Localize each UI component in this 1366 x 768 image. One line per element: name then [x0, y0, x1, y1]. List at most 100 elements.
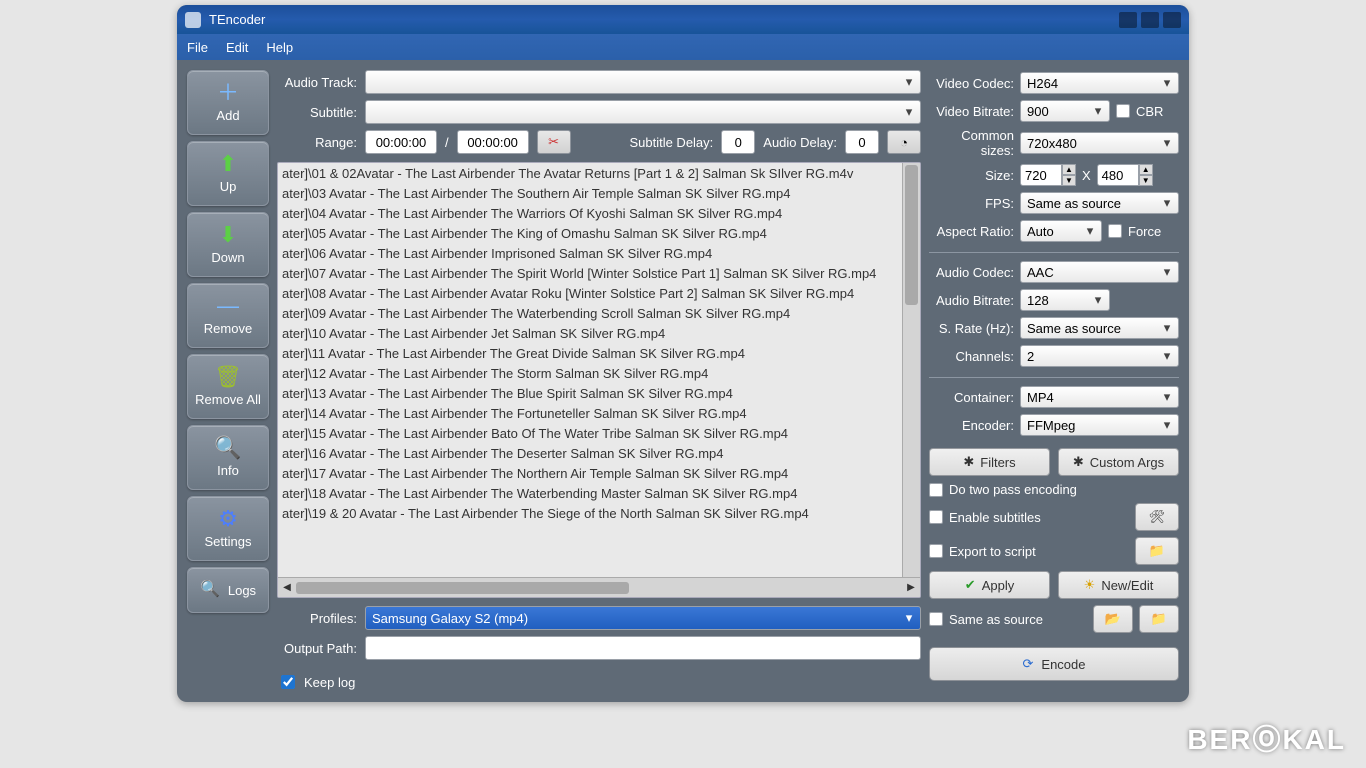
- list-item[interactable]: ater]\17 Avatar - The Last Airbender The…: [278, 463, 900, 483]
- force-checkbox[interactable]: Force: [1108, 224, 1161, 239]
- cbr-checkbox[interactable]: CBR: [1116, 104, 1163, 119]
- list-item[interactable]: ater]\18 Avatar - The Last Airbender The…: [278, 483, 900, 503]
- spin-down-icon[interactable]: ▼: [1062, 175, 1076, 186]
- down-button[interactable]: ⬇Down: [187, 212, 269, 277]
- list-item[interactable]: ater]\08 Avatar - The Last Airbender Ava…: [278, 283, 900, 303]
- vertical-scrollbar[interactable]: [902, 163, 920, 577]
- list-item[interactable]: ater]\11 Avatar - The Last Airbender The…: [278, 343, 900, 363]
- list-item[interactable]: ater]\15 Avatar - The Last Airbender Bat…: [278, 423, 900, 443]
- gear-icon: ✱: [963, 454, 974, 470]
- new-edit-button[interactable]: ☀New/Edit: [1058, 571, 1179, 599]
- video-codec-dropdown[interactable]: H264▾: [1020, 72, 1179, 94]
- app-icon: [185, 12, 201, 28]
- window-title: TEncoder: [209, 12, 265, 27]
- audio-codec-dropdown[interactable]: AAC▾: [1020, 261, 1179, 283]
- audio-bitrate-dropdown[interactable]: 128▾: [1020, 289, 1110, 311]
- new-icon: ☀: [1084, 577, 1096, 593]
- output-path-label: Output Path:: [277, 641, 357, 656]
- chevron-down-icon: ▾: [1156, 320, 1178, 336]
- spin-up-icon[interactable]: ▲: [1139, 164, 1153, 175]
- list-item[interactable]: ater]\07 Avatar - The Last Airbender The…: [278, 263, 900, 283]
- menubar: File Edit Help: [177, 34, 1189, 60]
- browse-button[interactable]: 📂: [1093, 605, 1133, 633]
- list-item[interactable]: ater]\13 Avatar - The Last Airbender The…: [278, 383, 900, 403]
- scroll-right-icon[interactable]: ▶: [902, 582, 920, 593]
- profiles-dropdown[interactable]: Samsung Galaxy S2 (mp4)▾: [365, 606, 921, 630]
- spin-down-icon[interactable]: ▼: [1139, 175, 1153, 186]
- filters-button[interactable]: ✱Filters: [929, 448, 1050, 476]
- list-item[interactable]: ater]\19 & 20 Avatar - The Last Airbende…: [278, 503, 900, 523]
- horizontal-scrollbar[interactable]: ◀ ▶: [278, 577, 920, 597]
- video-bitrate-dropdown[interactable]: 900▾: [1020, 100, 1110, 122]
- channels-dropdown[interactable]: 2▾: [1020, 345, 1179, 367]
- list-item[interactable]: ater]\06 Avatar - The Last Airbender Imp…: [278, 243, 900, 263]
- sample-rate-dropdown[interactable]: Same as source▾: [1020, 317, 1179, 339]
- remove-all-button[interactable]: 🗑Remove All: [187, 354, 269, 419]
- container-dropdown[interactable]: MP4▾: [1020, 386, 1179, 408]
- arrow-down-icon: ⬇: [219, 224, 237, 246]
- fps-dropdown[interactable]: Same as source▾: [1020, 192, 1179, 214]
- range-start-input[interactable]: [365, 130, 437, 154]
- add-button[interactable]: ＋Add: [187, 70, 269, 135]
- maximize-button[interactable]: [1141, 12, 1159, 28]
- audio-delay-input[interactable]: [845, 130, 879, 154]
- list-item[interactable]: ater]\14 Avatar - The Last Airbender The…: [278, 403, 900, 423]
- list-item[interactable]: ater]\04 Avatar - The Last Airbender The…: [278, 203, 900, 223]
- two-pass-checkbox[interactable]: Do two pass encoding: [929, 482, 1179, 497]
- list-item[interactable]: ater]\16 Avatar - The Last Airbender The…: [278, 443, 900, 463]
- tools-button[interactable]: 🛠: [1135, 503, 1179, 531]
- width-spinner[interactable]: 720▲▼: [1020, 164, 1076, 186]
- audio-track-label: Audio Track:: [277, 75, 357, 90]
- content: ＋Add ⬆Up ⬇Down —Remove 🗑Remove All 🔍Info…: [177, 60, 1189, 702]
- aspect-ratio-dropdown[interactable]: Auto▾: [1020, 220, 1102, 242]
- scrollbar-thumb[interactable]: [905, 165, 918, 305]
- apply-button[interactable]: ✔Apply: [929, 571, 1050, 599]
- menu-edit[interactable]: Edit: [226, 40, 248, 55]
- file-list[interactable]: ater]\01 & 02Avatar - The Last Airbender…: [277, 162, 921, 598]
- export-script-checkbox[interactable]: Export to script: [929, 544, 1129, 559]
- scroll-left-icon[interactable]: ◀: [278, 582, 296, 593]
- settings-button[interactable]: ⚙Settings: [187, 496, 269, 561]
- titlebar[interactable]: TEncoder: [177, 5, 1189, 34]
- output-path-input[interactable]: [365, 636, 921, 660]
- list-item[interactable]: ater]\01 & 02Avatar - The Last Airbender…: [278, 163, 900, 183]
- window-buttons: [1119, 12, 1181, 28]
- minimize-button[interactable]: [1119, 12, 1137, 28]
- open-folder-button[interactable]: 📁: [1139, 605, 1179, 633]
- separator: [929, 377, 1179, 378]
- enable-subtitles-checkbox[interactable]: Enable subtitles: [929, 510, 1129, 525]
- same-as-source-checkbox[interactable]: Same as source: [929, 612, 1087, 627]
- list-item[interactable]: ater]\09 Avatar - The Last Airbender The…: [278, 303, 900, 323]
- preview-button[interactable]: ◔: [887, 130, 921, 154]
- list-item[interactable]: ater]\03 Avatar - The Last Airbender The…: [278, 183, 900, 203]
- logs-button[interactable]: 🔍Logs: [187, 567, 269, 613]
- audio-track-dropdown[interactable]: ▾: [365, 70, 921, 94]
- encoder-dropdown[interactable]: FFMpeg▾: [1020, 414, 1179, 436]
- profiles-label: Profiles:: [277, 611, 357, 626]
- scissors-icon: ✂: [548, 134, 559, 150]
- encode-button[interactable]: ⟳Encode: [929, 647, 1179, 681]
- chevron-down-icon: ▾: [1156, 417, 1178, 433]
- custom-args-button[interactable]: ✱Custom Args: [1058, 448, 1179, 476]
- range-end-input[interactable]: [457, 130, 529, 154]
- spin-up-icon[interactable]: ▲: [1062, 164, 1076, 175]
- keep-log-checkbox[interactable]: Keep log: [277, 672, 355, 692]
- menu-help[interactable]: Help: [266, 40, 293, 55]
- scrollbar-thumb[interactable]: [296, 582, 629, 594]
- subtitle-dropdown[interactable]: ▾: [365, 100, 921, 124]
- cut-button[interactable]: ✂: [537, 130, 571, 154]
- menu-file[interactable]: File: [187, 40, 208, 55]
- list-item[interactable]: ater]\12 Avatar - The Last Airbender The…: [278, 363, 900, 383]
- height-spinner[interactable]: 480▲▼: [1097, 164, 1153, 186]
- close-button[interactable]: [1163, 12, 1181, 28]
- subtitle-delay-input[interactable]: [721, 130, 755, 154]
- remove-button[interactable]: —Remove: [187, 283, 269, 348]
- list-item[interactable]: ater]\05 Avatar - The Last Airbender The…: [278, 223, 900, 243]
- common-sizes-dropdown[interactable]: 720x480▾: [1020, 132, 1179, 154]
- folder-button[interactable]: 📁: [1135, 537, 1179, 565]
- star-icon: ✱: [1073, 454, 1084, 470]
- info-button[interactable]: 🔍Info: [187, 425, 269, 490]
- up-button[interactable]: ⬆Up: [187, 141, 269, 206]
- list-item[interactable]: ater]\10 Avatar - The Last Airbender Jet…: [278, 323, 900, 343]
- sidebar: ＋Add ⬆Up ⬇Down —Remove 🗑Remove All 🔍Info…: [187, 70, 269, 692]
